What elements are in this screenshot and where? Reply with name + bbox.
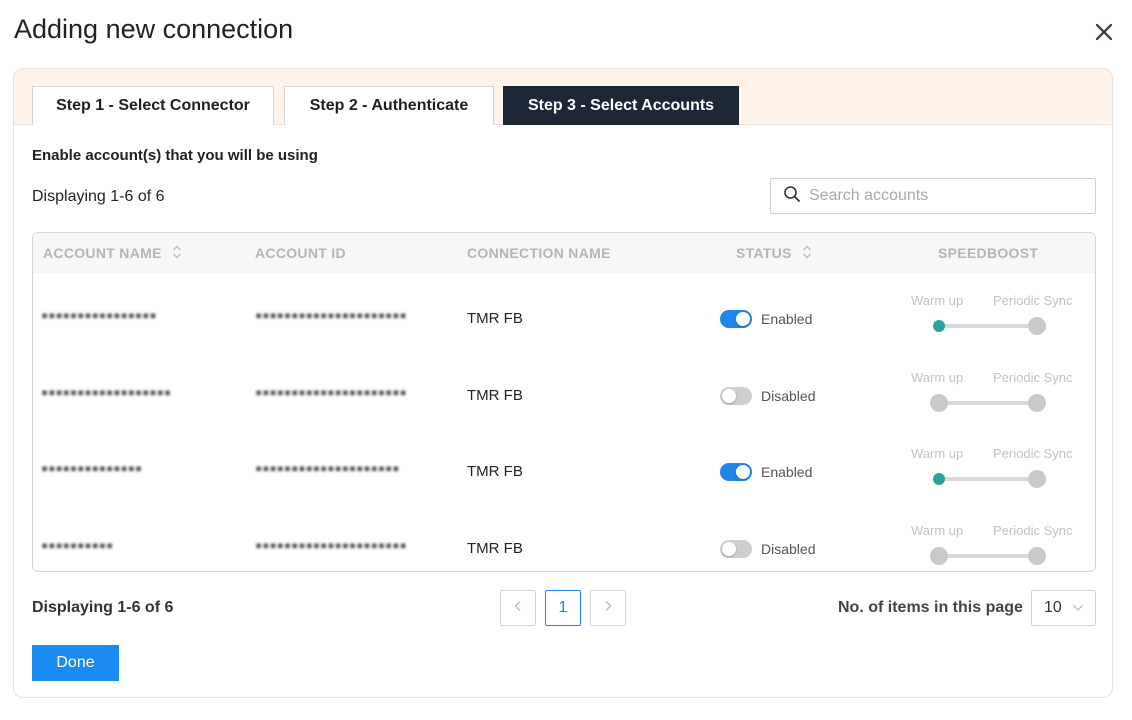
connection-name-cell: TMR FB (467, 387, 523, 404)
account-id-cell: ▪▪▪▪▪▪▪▪▪▪▪▪▪▪▪▪▪▪▪▪ (255, 461, 400, 475)
items-per-page-label: No. of items in this page (838, 599, 1023, 616)
warm-up-dot[interactable] (933, 320, 945, 332)
sort-icon[interactable] (172, 244, 182, 263)
tab-step-1[interactable]: Step 1 - Select Connector (32, 86, 274, 125)
header-account-id: ACCOUNT ID (255, 245, 346, 261)
periodic-sync-label: Periodic Sync (993, 293, 1073, 308)
header-account-name[interactable]: ACCOUNT NAME (43, 233, 182, 273)
sort-icon[interactable] (802, 244, 812, 263)
header-connection-name: CONNECTION NAME (467, 245, 611, 261)
periodic-sync-label: Periodic Sync (993, 523, 1073, 538)
table-row: ▪▪▪▪▪▪▪▪▪▪ ▪▪▪▪▪▪▪▪▪▪▪▪▪▪▪▪▪▪▪▪▪ TMR FB … (33, 510, 1095, 571)
accounts-table: ACCOUNT NAME ACCOUNT ID CONNECTION NAME … (32, 232, 1096, 572)
status-toggle[interactable] (720, 310, 752, 328)
warm-up-label: Warm up (911, 446, 964, 461)
header-account-name-label: ACCOUNT NAME (43, 245, 162, 261)
periodic-sync-dot[interactable] (1028, 317, 1046, 335)
done-button[interactable]: Done (32, 645, 119, 681)
status-text: Enabled (761, 464, 813, 480)
status-text: Disabled (761, 388, 816, 404)
step-tabs: Step 1 - Select Connector Step 2 - Authe… (14, 69, 1112, 125)
status-text: Enabled (761, 311, 813, 327)
periodic-sync-label: Periodic Sync (993, 370, 1073, 385)
status-cell: Enabled (720, 310, 812, 328)
warm-up-label: Warm up (911, 523, 964, 538)
dialog-panel: Step 1 - Select Connector Step 2 - Authe… (13, 68, 1113, 698)
status-toggle[interactable] (720, 463, 752, 481)
account-id-cell: ▪▪▪▪▪▪▪▪▪▪▪▪▪▪▪▪▪▪▪▪▪ (255, 308, 407, 322)
header-status-label: STATUS (736, 245, 792, 261)
next-page-button[interactable] (590, 590, 626, 626)
account-name-cell: ▪▪▪▪▪▪▪▪▪▪ (41, 538, 114, 552)
tab-step-3[interactable]: Step 3 - Select Accounts (503, 86, 739, 125)
search-input[interactable] (807, 186, 1077, 206)
account-name-cell: ▪▪▪▪▪▪▪▪▪▪▪▪▪▪▪▪▪▪ (41, 385, 172, 399)
periodic-sync-label: Periodic Sync (993, 446, 1073, 461)
periodic-sync-dot[interactable] (1028, 470, 1046, 488)
status-toggle[interactable] (720, 540, 752, 558)
status-cell: Enabled (720, 463, 812, 481)
search-box[interactable] (770, 178, 1096, 214)
connection-name-cell: TMR FB (467, 540, 523, 557)
chevron-down-icon (1072, 599, 1084, 617)
header-speedboost: SPEEDBOOST (938, 245, 1039, 261)
chevron-left-icon (513, 599, 523, 617)
status-text: Disabled (761, 541, 816, 557)
speedboost-slider[interactable] (939, 477, 1037, 481)
display-count-bottom: Displaying 1-6 of 6 (32, 599, 174, 616)
page-number-button[interactable]: 1 (545, 590, 581, 626)
table-row: ▪▪▪▪▪▪▪▪▪▪▪▪▪▪▪▪▪▪ ▪▪▪▪▪▪▪▪▪▪▪▪▪▪▪▪▪▪▪▪▪… (33, 357, 1095, 434)
speedboost-slider[interactable] (939, 401, 1037, 405)
warm-up-dot[interactable] (930, 394, 948, 412)
dialog-title: Adding new connection (14, 14, 294, 44)
status-cell: Disabled (720, 387, 815, 405)
account-id-cell: ▪▪▪▪▪▪▪▪▪▪▪▪▪▪▪▪▪▪▪▪▪ (255, 538, 407, 552)
close-icon[interactable] (1092, 20, 1116, 44)
account-id-cell: ▪▪▪▪▪▪▪▪▪▪▪▪▪▪▪▪▪▪▪▪▪ (255, 385, 407, 399)
connection-name-cell: TMR FB (467, 310, 523, 327)
speedboost-slider[interactable] (939, 324, 1037, 328)
header-status[interactable]: STATUS (736, 233, 812, 273)
status-toggle[interactable] (720, 387, 752, 405)
chevron-right-icon (603, 599, 613, 617)
search-icon (783, 185, 801, 208)
prev-page-button[interactable] (500, 590, 536, 626)
warm-up-dot[interactable] (930, 547, 948, 565)
table-header: ACCOUNT NAME ACCOUNT ID CONNECTION NAME … (33, 233, 1095, 273)
tab-step-2[interactable]: Step 2 - Authenticate (284, 86, 494, 125)
table-row: ▪▪▪▪▪▪▪▪▪▪▪▪▪▪▪▪ ▪▪▪▪▪▪▪▪▪▪▪▪▪▪▪▪▪▪▪▪▪ T… (33, 280, 1095, 357)
warm-up-dot[interactable] (933, 473, 945, 485)
display-count-top: Displaying 1-6 of 6 (32, 188, 165, 205)
speedboost-slider[interactable] (939, 554, 1037, 558)
instructions-text: Enable account(s) that you will be using (32, 147, 318, 164)
table-row: ▪▪▪▪▪▪▪▪▪▪▪▪▪▪ ▪▪▪▪▪▪▪▪▪▪▪▪▪▪▪▪▪▪▪▪ TMR … (33, 433, 1095, 510)
items-per-page-select[interactable]: 10 (1031, 590, 1096, 626)
account-name-cell: ▪▪▪▪▪▪▪▪▪▪▪▪▪▪ (41, 461, 143, 475)
periodic-sync-dot[interactable] (1028, 394, 1046, 412)
status-cell: Disabled (720, 540, 815, 558)
account-name-cell: ▪▪▪▪▪▪▪▪▪▪▪▪▪▪▪▪ (41, 308, 157, 322)
warm-up-label: Warm up (911, 293, 964, 308)
connection-name-cell: TMR FB (467, 463, 523, 480)
items-per-page-value: 10 (1044, 599, 1062, 616)
periodic-sync-dot[interactable] (1028, 547, 1046, 565)
warm-up-label: Warm up (911, 370, 964, 385)
